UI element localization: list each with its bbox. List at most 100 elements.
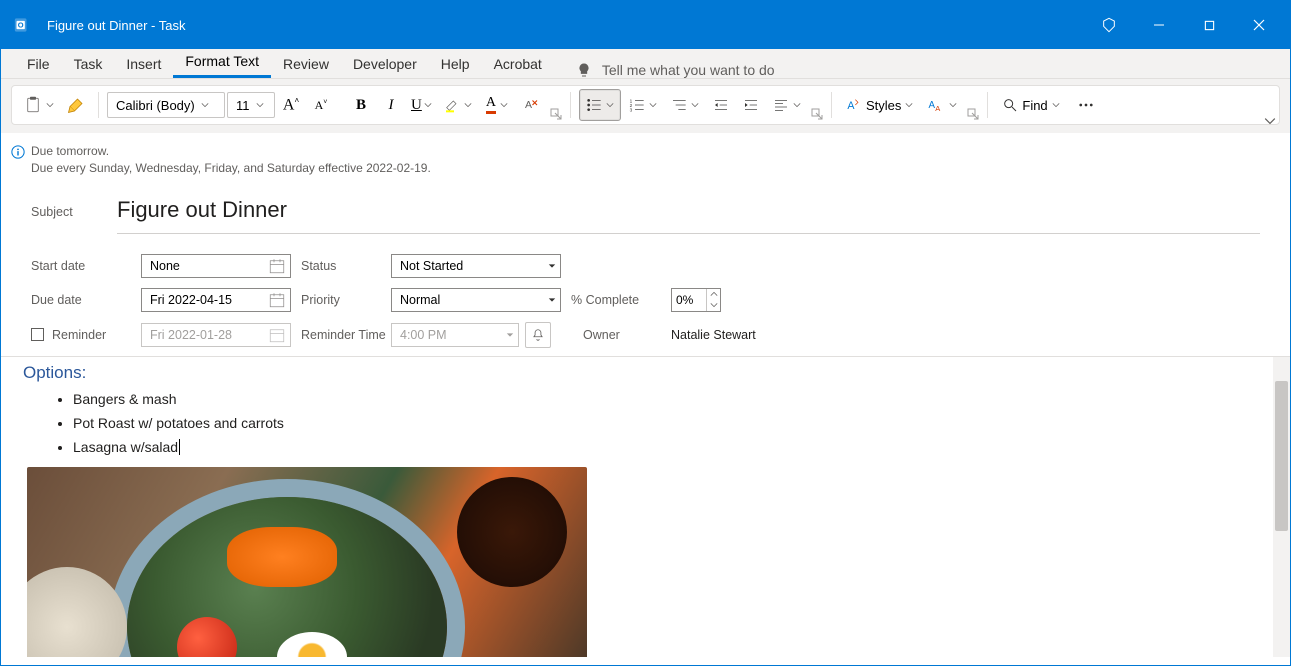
multilevel-icon (671, 97, 687, 113)
svg-text:3: 3 (630, 108, 633, 113)
tell-me-search[interactable]: Tell me what you want to do (576, 62, 775, 78)
calendar-icon (268, 326, 286, 344)
grow-font-button[interactable]: A˄ (277, 89, 305, 121)
reminder-time-combo[interactable]: 4:00 PM (391, 323, 519, 347)
minimize-button[interactable] (1134, 1, 1184, 49)
shrink-font-button[interactable]: A˅ (307, 89, 335, 121)
decrease-indent-button[interactable] (707, 89, 735, 121)
font-name-combo[interactable]: Calibri (Body) (107, 92, 225, 118)
change-styles-button[interactable]: AA (921, 89, 963, 121)
italic-button[interactable]: I (377, 89, 405, 121)
reminder-date-value: Fri 2022-01-28 (150, 328, 232, 342)
pct-complete-spinner[interactable]: 0% (671, 288, 721, 312)
styles-button[interactable]: A Styles (840, 89, 919, 121)
collapse-ribbon-button[interactable] (1264, 115, 1276, 127)
task-body[interactable]: Options: Bangers & mash Pot Roast w/ pot… (1, 357, 1290, 657)
tab-review[interactable]: Review (271, 50, 341, 78)
number-list-icon: 123 (629, 97, 645, 113)
status-label: Status (301, 259, 391, 273)
close-button[interactable] (1234, 1, 1284, 49)
chevron-down-icon (691, 101, 699, 109)
list-item: Bangers & mash (73, 387, 1290, 411)
tab-acrobat[interactable]: Acrobat (482, 50, 554, 78)
svg-text:A: A (936, 104, 941, 113)
spin-down[interactable] (707, 300, 720, 311)
paste-button[interactable] (18, 89, 60, 121)
embedded-image[interactable] (27, 467, 587, 657)
increase-indent-button[interactable] (737, 89, 765, 121)
tell-me-label: Tell me what you want to do (602, 62, 775, 78)
highlighter-icon (444, 97, 460, 113)
info-icon (11, 145, 25, 159)
numbering-button[interactable]: 123 (623, 89, 663, 121)
coming-soon-icon[interactable] (1084, 1, 1134, 49)
vertical-scrollbar[interactable] (1273, 357, 1290, 657)
chevron-down-icon (793, 101, 801, 109)
chevron-down-icon (464, 101, 472, 109)
clipboard-icon (24, 95, 42, 115)
priority-combo[interactable]: Normal (391, 288, 561, 312)
reminder-checkbox[interactable] (31, 328, 44, 341)
tab-developer[interactable]: Developer (341, 50, 429, 78)
spin-up[interactable] (707, 289, 720, 300)
highlight-button[interactable] (438, 89, 478, 121)
tab-task[interactable]: Task (62, 50, 115, 78)
styles-dialog-launcher[interactable] (967, 108, 979, 120)
outlook-icon: O (7, 8, 41, 42)
chevron-down-icon (46, 101, 54, 109)
svg-text:A: A (847, 100, 855, 112)
bullet-list-icon (586, 97, 602, 113)
due-date-value: Fri 2022-04-15 (150, 293, 232, 307)
chevron-down-icon (949, 101, 957, 109)
title-bar: O Figure out Dinner - Task (1, 1, 1290, 49)
clear-formatting-button[interactable]: A (516, 89, 546, 121)
reminder-date-field[interactable]: Fri 2022-01-28 (141, 323, 291, 347)
due-date-field[interactable]: Fri 2022-04-15 (141, 288, 291, 312)
scrollbar-thumb[interactable] (1275, 381, 1288, 531)
multilevel-list-button[interactable] (665, 89, 705, 121)
tab-file[interactable]: File (15, 50, 62, 78)
tab-insert[interactable]: Insert (114, 50, 173, 78)
format-painter-button[interactable] (62, 89, 90, 121)
find-button[interactable]: Find (996, 89, 1065, 121)
paragraph-dialog-launcher[interactable] (811, 108, 823, 120)
task-form: Subject Figure out Dinner Start date Non… (1, 187, 1290, 357)
start-date-field[interactable]: None (141, 254, 291, 278)
bullets-button[interactable] (579, 89, 621, 121)
ribbon-container: Calibri (Body) 11 A˄ A˅ B I U A A 123 (1, 79, 1290, 133)
svg-text:A: A (525, 99, 532, 111)
indent-icon (743, 97, 759, 113)
bold-button[interactable]: B (347, 89, 375, 121)
info-line-1: Due tomorrow. (31, 143, 1278, 160)
window-title: Figure out Dinner - Task (47, 18, 186, 33)
tab-format-text[interactable]: Format Text (173, 47, 271, 78)
align-button[interactable] (767, 89, 807, 121)
tab-help[interactable]: Help (429, 50, 482, 78)
maximize-button[interactable] (1184, 1, 1234, 49)
ribbon: Calibri (Body) 11 A˄ A˅ B I U A A 123 (11, 85, 1280, 125)
priority-value: Normal (400, 293, 440, 307)
font-name-value: Calibri (Body) (116, 98, 195, 113)
font-dialog-launcher[interactable] (550, 108, 562, 120)
calendar-icon (268, 257, 286, 275)
chevron-down-icon (649, 101, 657, 109)
change-styles-icon: AA (927, 96, 945, 114)
info-bar: Due tomorrow. Due every Sunday, Wednesda… (1, 133, 1290, 187)
chevron-down-icon (905, 101, 913, 109)
status-combo[interactable]: Not Started (391, 254, 561, 278)
subject-field[interactable]: Figure out Dinner (117, 191, 1260, 234)
reminder-sound-button[interactable] (525, 322, 551, 348)
underline-button[interactable]: U (407, 89, 436, 121)
styles-icon: A (846, 97, 862, 113)
chevron-down-icon (500, 101, 508, 109)
due-date-label: Due date (31, 293, 141, 307)
more-commands-button[interactable] (1072, 89, 1100, 121)
chevron-down-icon (424, 101, 432, 109)
font-color-button[interactable]: A (480, 89, 514, 121)
chevron-down-icon (256, 101, 264, 109)
font-size-combo[interactable]: 11 (227, 92, 275, 118)
outdent-icon (713, 97, 729, 113)
start-date-label: Start date (31, 259, 141, 273)
priority-label: Priority (301, 293, 391, 307)
reminder-label: Reminder (52, 328, 106, 342)
